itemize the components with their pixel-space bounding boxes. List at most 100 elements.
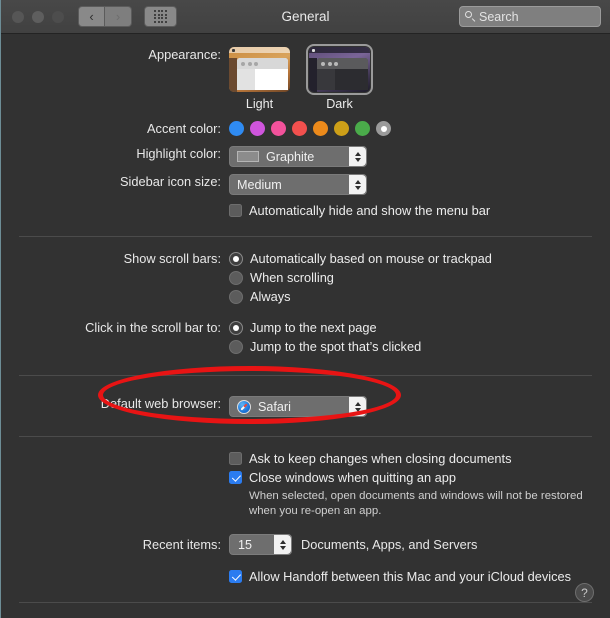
search-field[interactable] xyxy=(459,6,601,27)
show-scroll-bars-radio-2[interactable] xyxy=(229,289,243,304)
click-scroll-bar-option-0[interactable]: Jump to the next page xyxy=(229,320,610,335)
chevron-right-icon: › xyxy=(115,9,121,24)
appearance-option-dark[interactable]: Dark xyxy=(306,44,373,111)
close-windows-quitting-label: Close windows when quitting an app xyxy=(249,470,457,485)
ask-keep-changes-checkbox[interactable] xyxy=(229,452,242,465)
show-scroll-bars-radio-1[interactable] xyxy=(229,270,243,285)
appearance-option-light[interactable]: Light xyxy=(229,47,290,111)
sidebar-icon-size-popup[interactable]: Medium xyxy=(229,174,367,195)
preferences-content: Appearance: Light Dark Accent color: Hig… xyxy=(1,34,610,618)
auto-hide-menubar-label: Automatically hide and show the menu bar xyxy=(249,203,491,218)
light-appearance-thumbnail[interactable] xyxy=(229,47,290,92)
appearance-option-label: Dark xyxy=(326,97,353,111)
forward-button[interactable]: › xyxy=(105,6,132,27)
zoom-window-button[interactable] xyxy=(52,10,64,23)
system-preferences-window: ‹ › General Appearance: xyxy=(0,0,610,618)
accent-swatch-graphite[interactable] xyxy=(376,121,391,136)
auto-hide-menubar-row: Automatically hide and show the menu bar xyxy=(1,203,610,222)
accent-swatch-red[interactable] xyxy=(292,121,307,136)
recent-items-value: 15 xyxy=(238,537,253,552)
show-scroll-bars-option-1[interactable]: When scrolling xyxy=(229,270,610,285)
chevron-updown-icon[interactable] xyxy=(349,175,366,194)
highlight-color-row: Highlight color: Graphite xyxy=(1,146,610,167)
accent-swatch-green[interactable] xyxy=(355,121,370,136)
click-scroll-bar-radio-0[interactable] xyxy=(229,320,243,335)
show-scroll-bars-option-label: Always xyxy=(250,289,291,304)
click-scroll-bar-option-label: Jump to the next page xyxy=(250,320,377,335)
show-scroll-bars-options: Automatically based on mouse or trackpad… xyxy=(229,251,610,308)
show-scroll-bars-option-label: Automatically based on mouse or trackpad xyxy=(250,251,492,266)
chevron-updown-icon[interactable] xyxy=(349,147,366,166)
accent-swatch-blue[interactable] xyxy=(229,121,244,136)
accent-swatch-purple[interactable] xyxy=(250,121,265,136)
click-scroll-bar-options: Jump to the next page Jump to the spot th… xyxy=(229,320,610,358)
accent-color-row: Accent color: xyxy=(1,121,610,136)
highlight-color-popup[interactable]: Graphite xyxy=(229,146,367,167)
close-window-button[interactable] xyxy=(12,10,24,23)
chevron-updown-icon[interactable] xyxy=(349,397,366,416)
divider xyxy=(19,602,592,603)
grid-icon xyxy=(154,10,167,23)
click-scroll-bar-radio-1[interactable] xyxy=(229,339,243,354)
default-web-browser-popup[interactable]: Safari xyxy=(229,396,367,417)
accent-swatch-orange[interactable] xyxy=(313,121,328,136)
recent-items-row: Recent items: 15 Documents, Apps, and Se… xyxy=(1,534,610,555)
default-web-browser-value: Safari xyxy=(258,399,291,414)
appearance-label: Appearance: xyxy=(148,47,221,62)
show-scroll-bars-option-label: When scrolling xyxy=(250,270,334,285)
back-button[interactable]: ‹ xyxy=(78,6,105,27)
click-scroll-bar-option-label: Jump to the spot that’s clicked xyxy=(250,339,422,354)
close-windows-quitting-checkbox-row[interactable]: Close windows when quitting an app xyxy=(229,470,610,485)
traffic-light-group xyxy=(12,10,64,23)
show-scroll-bars-radio-0[interactable] xyxy=(229,251,243,266)
accent-swatch-pink[interactable] xyxy=(271,121,286,136)
show-scroll-bars-row: Show scroll bars: Automatically based on… xyxy=(1,251,610,308)
auto-hide-menubar-checkbox-row[interactable]: Automatically hide and show the menu bar xyxy=(229,203,610,218)
handoff-checkbox[interactable] xyxy=(229,570,242,583)
ask-keep-changes-checkbox-row[interactable]: Ask to keep changes when closing documen… xyxy=(229,451,610,466)
navigation-button-group: ‹ › xyxy=(78,6,132,27)
radio-dot-icon xyxy=(233,255,239,262)
highlight-color-chip xyxy=(237,151,259,162)
highlight-color-value: Graphite xyxy=(266,149,315,164)
handoff-checkbox-row[interactable]: Allow Handoff between this Mac and your … xyxy=(229,569,610,584)
click-scroll-bar-label: Click in the scroll bar to: xyxy=(85,320,221,335)
search-input[interactable] xyxy=(479,9,589,24)
chevron-updown-icon[interactable] xyxy=(274,535,291,554)
radio-dot-icon xyxy=(233,324,239,331)
show-all-button[interactable] xyxy=(144,6,177,27)
chevron-left-icon: ‹ xyxy=(89,9,94,24)
sidebar-icon-size-value: Medium xyxy=(237,177,282,192)
search-icon xyxy=(465,11,476,22)
sidebar-icon-size-label: Sidebar icon size: xyxy=(119,174,221,189)
minimize-window-button[interactable] xyxy=(32,10,44,23)
handoff-label: Allow Handoff between this Mac and your … xyxy=(249,569,571,584)
appearance-options: Light Dark xyxy=(229,44,610,111)
recent-items-stepper[interactable]: 15 xyxy=(229,534,292,555)
click-scroll-bar-option-1[interactable]: Jump to the spot that’s clicked xyxy=(229,339,610,354)
sidebar-icon-size-row: Sidebar icon size: Medium xyxy=(1,174,610,195)
divider xyxy=(19,236,592,237)
show-scroll-bars-option-2[interactable]: Always xyxy=(229,289,610,304)
divider xyxy=(19,436,592,437)
ask-keep-changes-row: Ask to keep changes when closing documen… xyxy=(1,451,610,518)
ask-keep-changes-label: Ask to keep changes when closing documen… xyxy=(249,451,512,466)
default-web-browser-label: Default web browser: xyxy=(100,396,221,411)
accent-swatch-yellow[interactable] xyxy=(334,121,349,136)
appearance-row: Appearance: Light Dark xyxy=(1,34,610,111)
appearance-option-label: Light xyxy=(245,97,274,111)
click-scroll-bar-row: Click in the scroll bar to: Jump to the … xyxy=(1,320,610,358)
safari-icon xyxy=(237,399,251,414)
accent-color-swatches xyxy=(229,121,610,136)
help-button[interactable]: ? xyxy=(575,583,594,602)
selected-dot-icon xyxy=(380,125,387,132)
auto-hide-menubar-checkbox[interactable] xyxy=(229,204,242,217)
show-scroll-bars-option-0[interactable]: Automatically based on mouse or trackpad xyxy=(229,251,610,266)
documents-helper-text: When selected, open documents and window… xyxy=(249,490,583,517)
default-web-browser-row: Default web browser: Safari xyxy=(1,396,610,417)
window-titlebar: ‹ › General xyxy=(1,0,610,34)
close-windows-quitting-checkbox[interactable] xyxy=(229,471,242,484)
dark-appearance-thumbnail[interactable] xyxy=(306,44,373,95)
recent-items-suffix: Documents, Apps, and Servers xyxy=(301,537,478,552)
show-scroll-bars-label: Show scroll bars: xyxy=(123,251,221,266)
